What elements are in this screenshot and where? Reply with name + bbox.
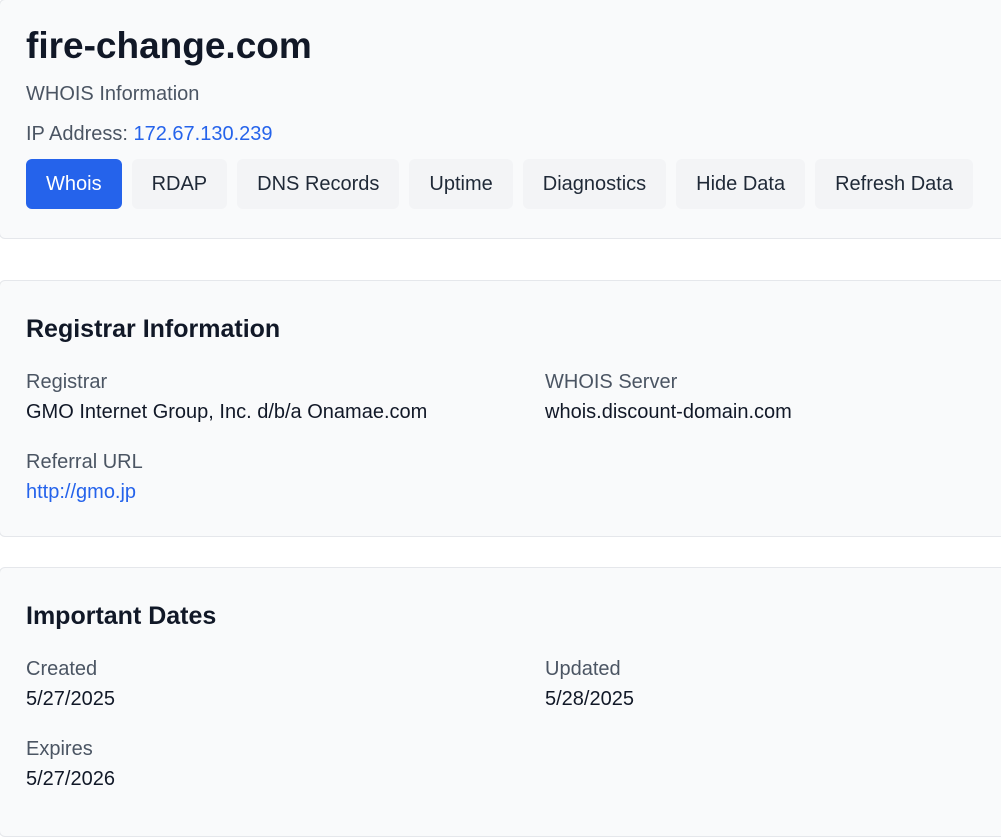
whois-server-label: WHOIS Server [545, 371, 678, 393]
page-subtitle: WHOIS Information [26, 83, 200, 105]
hide-data-button[interactable]: Hide Data [676, 159, 806, 209]
dates-section-title: Important Dates [26, 602, 217, 630]
referral-url-label: Referral URL [26, 451, 143, 473]
created-label: Created [26, 658, 98, 680]
tab-diagnostics[interactable]: Diagnostics [522, 159, 667, 209]
ip-address-line: IP Address: 172.67.130.239 [26, 122, 273, 146]
updated-date-field: Updated 5/28/2025 [545, 657, 634, 711]
registrar-value: GMO Internet Group, Inc. d/b/a Onamae.co… [26, 401, 428, 423]
updated-value: 5/28/2025 [545, 688, 634, 710]
referral-url-link[interactable]: http://gmo.jp [26, 480, 143, 504]
registrar-label: Registrar [26, 371, 108, 393]
registrar-field: Registrar GMO Internet Group, Inc. d/b/a… [26, 370, 427, 424]
page-title: fire-change.com [26, 25, 312, 66]
refresh-data-button[interactable]: Refresh Data [815, 159, 973, 209]
updated-label: Updated [545, 658, 621, 680]
tab-dns-records[interactable]: DNS Records [237, 159, 400, 209]
tab-uptime[interactable]: Uptime [409, 159, 513, 209]
created-value: 5/27/2025 [26, 688, 115, 710]
expires-label: Expires [26, 738, 93, 760]
created-date-field: Created 5/27/2025 [26, 657, 115, 711]
expires-value: 5/27/2026 [26, 768, 115, 790]
whois-server-value: whois.discount-domain.com [545, 401, 792, 423]
tab-whois[interactable]: Whois [26, 159, 122, 209]
referral-url-field: Referral URL http://gmo.jp [26, 450, 143, 504]
registrar-section-title: Registrar Information [26, 315, 281, 343]
expires-date-field: Expires 5/27/2026 [26, 737, 115, 791]
ip-address-label: IP Address: [26, 123, 128, 145]
important-dates-card: Important Dates Created 5/27/2025 Update… [0, 567, 1001, 837]
tab-rdap[interactable]: RDAP [131, 159, 228, 209]
registrar-information-card: Registrar Information Registrar GMO Inte… [0, 280, 1001, 537]
tab-bar: Whois RDAP DNS Records Uptime Diagnostic… [26, 159, 973, 209]
domain-header: fire-change.com WHOIS Information IP Add… [0, 0, 1001, 239]
ip-address-link[interactable]: 172.67.130.239 [133, 123, 272, 145]
whois-server-field: WHOIS Server whois.discount-domain.com [545, 370, 792, 424]
